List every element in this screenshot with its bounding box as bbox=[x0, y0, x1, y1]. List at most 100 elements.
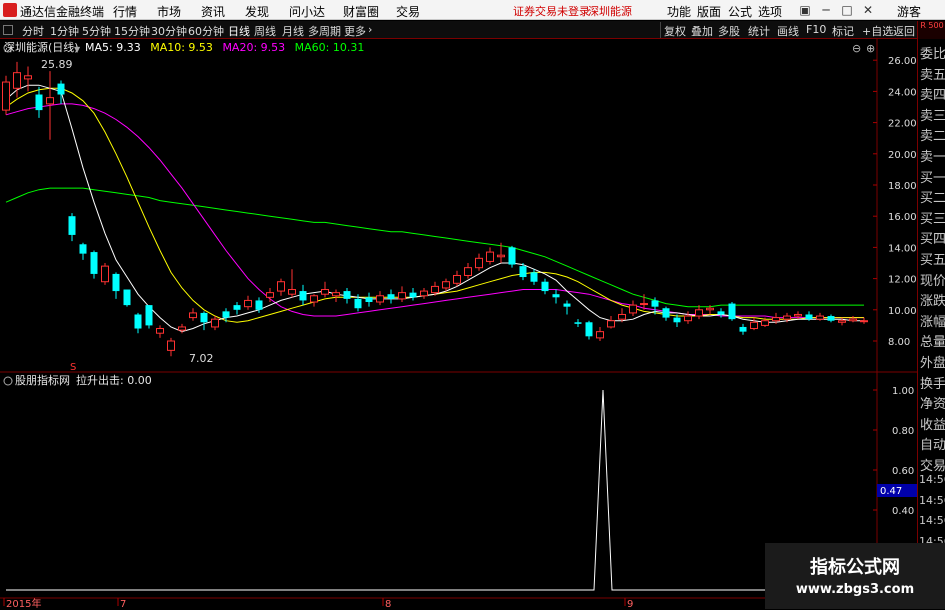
candle bbox=[442, 278, 450, 292]
menu-options[interactable]: 选项 bbox=[758, 3, 782, 20]
menu-market[interactable]: 市场 bbox=[157, 3, 181, 20]
candle bbox=[563, 300, 571, 315]
candle-body bbox=[156, 328, 164, 334]
price-tick-label: 12.00 bbox=[888, 275, 917, 286]
quote-label: 换手 bbox=[920, 376, 945, 392]
menu-ask[interactable]: 问小达 bbox=[289, 3, 325, 20]
menu-discover[interactable]: 发现 bbox=[245, 3, 269, 20]
current-stock[interactable]: 深圳能源 bbox=[588, 3, 632, 19]
candle-body bbox=[497, 254, 505, 258]
candle bbox=[662, 306, 670, 321]
menu-function[interactable]: 功能 bbox=[667, 3, 691, 20]
period-1min[interactable]: 1分钟 bbox=[50, 23, 79, 39]
candle bbox=[530, 269, 538, 285]
candle bbox=[475, 253, 483, 271]
candle-body bbox=[409, 292, 417, 298]
candle-body bbox=[464, 267, 472, 276]
candle-body bbox=[519, 266, 527, 278]
candle-body bbox=[860, 320, 868, 323]
high-price-label: 25.89 bbox=[41, 58, 73, 71]
period-multi[interactable]: 多周期 bbox=[308, 23, 341, 39]
skin-icon[interactable]: ▣ bbox=[797, 2, 813, 18]
watermark-title: 指标公式网 bbox=[810, 557, 900, 578]
btn-add-watchlist[interactable]: +自选 bbox=[862, 23, 893, 39]
menu-layout[interactable]: 版面 bbox=[697, 3, 721, 20]
close-icon[interactable]: ✕ bbox=[860, 2, 876, 18]
quote-label: 买三 bbox=[920, 211, 945, 227]
candle-body bbox=[420, 290, 428, 297]
expand-icon[interactable]: ⊕ bbox=[866, 42, 875, 55]
btn-draw[interactable]: 画线 bbox=[777, 23, 799, 39]
candle-body bbox=[673, 317, 681, 323]
menu-trade[interactable]: 交易 bbox=[396, 3, 420, 20]
kline-chart[interactable]: 26.00 24.00 22.00 20.00 18.00 16.00 14.00 12.00… bbox=[0, 39, 945, 609]
minimize-icon[interactable]: ─ bbox=[818, 2, 834, 18]
candle bbox=[607, 316, 615, 329]
candle-body bbox=[211, 318, 219, 328]
btn-mark[interactable]: 标记 bbox=[832, 23, 854, 39]
candle bbox=[288, 269, 296, 298]
btn-adjust[interactable]: 复权 bbox=[664, 23, 686, 39]
dropdown-icon[interactable]: ▼ bbox=[74, 45, 81, 54]
candle-body bbox=[35, 94, 43, 111]
btn-f10[interactable]: F10 bbox=[806, 23, 826, 36]
candle-body bbox=[288, 289, 296, 295]
candle-body bbox=[618, 313, 626, 320]
guest-label[interactable]: 游客 bbox=[897, 3, 921, 20]
period-daily[interactable]: 日线 bbox=[228, 23, 250, 39]
period-weekly[interactable]: 周线 bbox=[254, 23, 276, 39]
btn-multistock[interactable]: 多股 bbox=[718, 23, 740, 39]
app-logo-icon bbox=[3, 3, 17, 17]
candle-body bbox=[761, 320, 769, 326]
period-more[interactable]: 更多 bbox=[344, 23, 366, 39]
time-label: 2015年 bbox=[6, 597, 41, 609]
candle bbox=[35, 86, 43, 118]
login-notice[interactable]: 证券交易未登录 bbox=[513, 3, 590, 19]
trade-time: 14:56 bbox=[919, 473, 945, 486]
candle-body bbox=[376, 295, 384, 303]
period-monthly[interactable]: 月线 bbox=[282, 23, 304, 39]
candle bbox=[684, 311, 692, 324]
candle-body bbox=[662, 308, 670, 318]
indicator-settings-icon[interactable] bbox=[3, 376, 13, 386]
price-tick-label: 26.00 bbox=[888, 56, 917, 67]
indicator-line bbox=[6, 389, 877, 591]
candle bbox=[299, 284, 307, 306]
candle bbox=[244, 295, 252, 310]
candle-body bbox=[189, 312, 197, 319]
menu-quotes[interactable]: 行情 bbox=[113, 3, 137, 20]
indicator-tick-label: 1.00 bbox=[892, 386, 914, 397]
price-tick-label: 24.00 bbox=[888, 87, 917, 98]
ma5-label: MA5: 9.33 bbox=[85, 41, 141, 54]
period-5min[interactable]: 5分钟 bbox=[82, 23, 111, 39]
candle-body bbox=[167, 340, 175, 351]
period-timeshare[interactable]: 分时 bbox=[22, 23, 44, 39]
candle-body bbox=[299, 291, 307, 301]
period-60min[interactable]: 60分钟 bbox=[188, 23, 224, 39]
period-15min[interactable]: 15分钟 bbox=[114, 23, 150, 39]
candle-body bbox=[640, 303, 648, 306]
indicator-tick-label: 0.80 bbox=[892, 426, 914, 437]
toggle-checkbox[interactable] bbox=[3, 25, 13, 35]
candle-body bbox=[552, 294, 560, 298]
btn-back[interactable]: 返回 bbox=[893, 23, 915, 39]
indicator-tick-label: 0.40 bbox=[892, 506, 914, 517]
candle-body bbox=[838, 320, 846, 323]
menu-formula[interactable]: 公式 bbox=[728, 3, 752, 20]
menu-news[interactable]: 资讯 bbox=[201, 3, 225, 20]
candle-body bbox=[750, 321, 758, 330]
btn-stats[interactable]: 统计 bbox=[748, 23, 770, 39]
quote-label: 总量 bbox=[920, 335, 945, 351]
quote-label: 外盘 bbox=[920, 356, 945, 371]
trade-time: 14:56 bbox=[919, 514, 945, 528]
indicator-panel bbox=[6, 389, 877, 591]
btn-overlay[interactable]: 叠加 bbox=[691, 23, 713, 39]
period-30min[interactable]: 30分钟 bbox=[151, 23, 187, 39]
candle-body bbox=[387, 294, 395, 299]
candle-body bbox=[574, 322, 582, 324]
candle bbox=[145, 305, 153, 329]
maximize-icon[interactable]: □ bbox=[839, 2, 855, 18]
menu-wealth[interactable]: 财富圈 bbox=[343, 3, 379, 20]
chevron-right-icon[interactable]: › bbox=[368, 23, 372, 36]
collapse-icon[interactable]: ⊖ bbox=[852, 42, 861, 55]
